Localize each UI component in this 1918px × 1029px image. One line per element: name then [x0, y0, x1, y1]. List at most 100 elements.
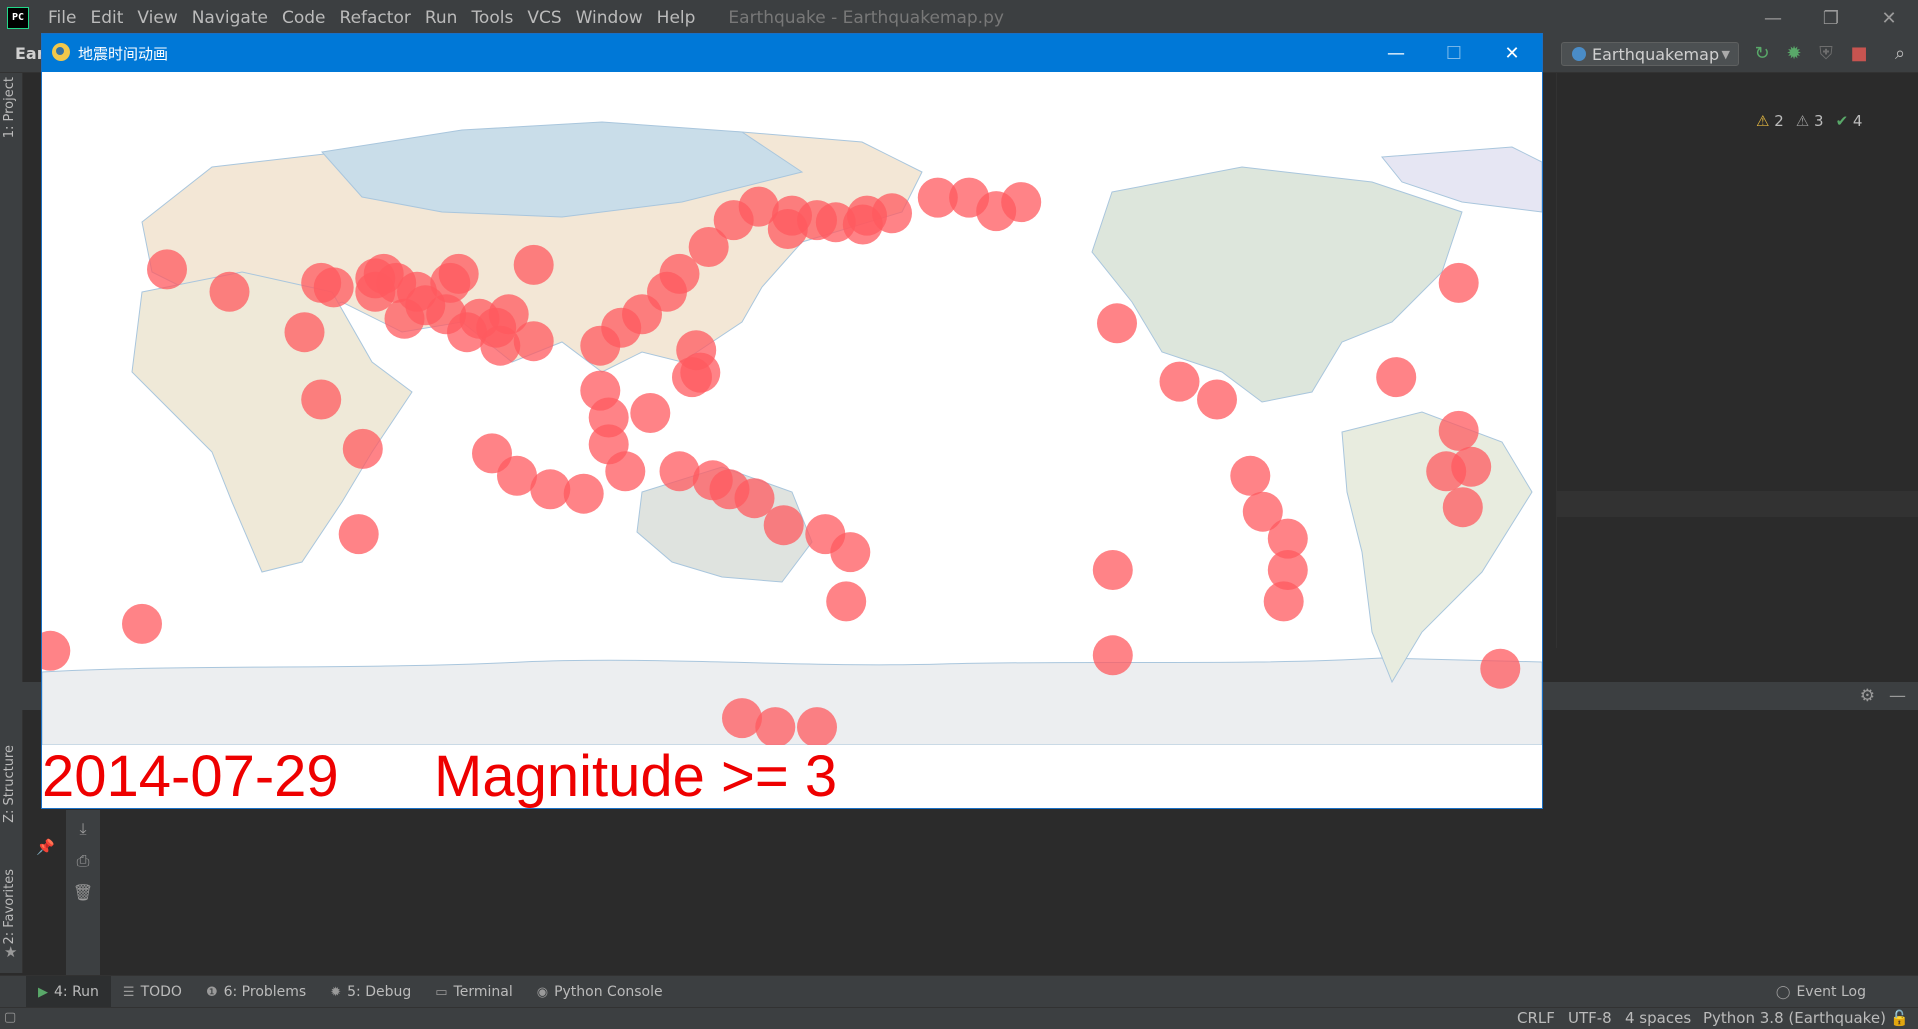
chevron-down-icon: ▼ — [1721, 47, 1730, 61]
python-file-icon — [1572, 47, 1586, 61]
tab-project[interactable]: 1: Project — [2, 77, 17, 138]
toggle-tool-windows-icon[interactable]: ▢ — [4, 1010, 16, 1025]
menu-run[interactable]: Run — [418, 8, 465, 28]
animation-titlebar[interactable]: 地震时间动画 — ☐ ✕ — [42, 34, 1542, 72]
debug-bug-icon[interactable]: ✹ — [1784, 44, 1804, 64]
maximize-icon: ☐ — [1445, 42, 1463, 64]
earthquake-marker — [1159, 361, 1200, 402]
file-encoding[interactable]: UTF-8 — [1568, 1009, 1612, 1027]
minimize-icon[interactable]: — — [1744, 0, 1802, 36]
menu-edit[interactable]: Edit — [83, 8, 130, 28]
earthquake-marker — [1480, 648, 1521, 689]
earthquake-marker — [1426, 451, 1467, 492]
earthquake-marker — [830, 532, 871, 573]
indent-setting[interactable]: 4 spaces — [1625, 1009, 1691, 1027]
tool-window-label: 4: Run — [54, 984, 99, 1000]
earthquake-marker — [1438, 410, 1479, 451]
rerun-icon[interactable]: ↻ — [1752, 44, 1772, 64]
earthquake-marker — [1097, 303, 1137, 344]
earthquake-marker — [1263, 581, 1304, 622]
pin-icon[interactable]: 📌 — [36, 838, 55, 856]
menu-window[interactable]: Window — [569, 8, 650, 28]
earthquake-marker — [563, 473, 604, 514]
earthquake-marker — [734, 478, 775, 519]
tool-window-label: TODO — [140, 984, 182, 1000]
earthquake-marker — [630, 393, 671, 433]
run-window-toolbar: ⤓ ⎙ 🗑 — [66, 810, 100, 975]
earthquake-marker — [147, 249, 187, 290]
python-interpreter[interactable]: Python 3.8 (Earthquake) — [1703, 1009, 1886, 1027]
earthquake-marker — [680, 352, 721, 393]
tool-window-terminal[interactable]: ▭ Terminal — [423, 976, 524, 1008]
hide-icon[interactable]: — — [1889, 686, 1906, 706]
animation-caption: 2014-07-29 Magnitude >= 3 — [42, 744, 1542, 809]
tool-window-python-console[interactable]: ◉ Python Console — [525, 976, 675, 1008]
editor-area[interactable] — [1556, 73, 1918, 648]
world-map-canvas — [42, 121, 1542, 745]
minimize-icon[interactable]: — — [1367, 34, 1425, 72]
python-logo-icon — [52, 43, 70, 61]
menu-view[interactable]: View — [130, 8, 184, 28]
tool-window-label: Python Console — [554, 984, 663, 1000]
weak-warning-icon: ⚠ — [1795, 112, 1810, 130]
python-console-icon: ◉ — [536, 984, 549, 1000]
earthquake-marker — [342, 428, 383, 469]
close-icon[interactable]: ✕ — [1860, 0, 1918, 36]
earthquake-marker — [513, 321, 554, 362]
menu-tools[interactable]: Tools — [464, 8, 520, 28]
run-configuration-select[interactable]: Earthquakemap ▼ — [1561, 42, 1739, 66]
terminal-icon: ▭ — [435, 984, 448, 1000]
tool-window-problems[interactable]: ❶ 6: Problems — [194, 976, 318, 1008]
event-log-button[interactable]: ◯ Event Log — [1764, 976, 1878, 1008]
menu-code[interactable]: Code — [275, 8, 333, 28]
earthquake-marker — [301, 379, 342, 420]
menu-vcs[interactable]: VCS — [520, 8, 568, 28]
trash-icon[interactable]: 🗑 — [70, 880, 96, 906]
earthquake-marker — [763, 505, 804, 546]
scroll-to-end-icon[interactable]: ⤓ — [70, 816, 96, 842]
tool-window-buttons: ▶ 4: Run ☰ TODO ❶ 6: Problems ✹ 5: Debug ▭ Termin… — [26, 976, 675, 1008]
tool-window-debug[interactable]: ✹ 5: Debug — [318, 976, 423, 1008]
current-date-label: 2014-07-29 — [42, 744, 339, 809]
stop-icon[interactable]: ■ — [1849, 44, 1869, 64]
menu-file[interactable]: File — [41, 8, 83, 28]
tool-window-bar: ▶ 4: Run ☰ TODO ❶ 6: Problems ✹ 5: Debug ▭ Termin… — [0, 975, 1918, 1008]
earthquake-marker — [1438, 262, 1479, 303]
earthquake-marker — [826, 581, 867, 622]
earthquake-marker — [1092, 635, 1133, 676]
line-separator[interactable]: CRLF — [1517, 1009, 1555, 1027]
earthquake-marker — [580, 325, 621, 366]
tab-favorites[interactable]: 2: Favorites — [2, 869, 17, 945]
lock-icon: 🔓 — [1890, 1009, 1909, 1027]
tool-window-label: 6: Problems — [223, 984, 307, 1000]
warning-count: ⚠ 2 — [1756, 112, 1784, 130]
print-icon[interactable]: ⎙ — [70, 848, 96, 874]
earthquake-marker — [313, 267, 354, 308]
earthquake-marker — [355, 271, 396, 312]
menu-navigate[interactable]: Navigate — [185, 8, 275, 28]
current-line-highlight — [1556, 491, 1918, 517]
tool-window-label: Terminal — [453, 984, 513, 1000]
menu-help[interactable]: Help — [650, 8, 703, 28]
gear-icon[interactable]: ⚙ — [1860, 686, 1875, 706]
ide-menu-bar: PC File Edit View Navigate Code Refactor… — [0, 0, 1918, 36]
tool-window-run[interactable]: ▶ 4: Run — [26, 976, 111, 1008]
tab-structure[interactable]: Z: Structure — [2, 745, 17, 823]
ide-window-controls: — ❐ ✕ — [1744, 0, 1918, 36]
inspection-widget[interactable]: ⚠ 2 ⚠ 3 ✔ 4 — [1756, 112, 1862, 130]
star-icon: ★ — [4, 943, 18, 961]
tool-window-todo[interactable]: ☰ TODO — [111, 976, 194, 1008]
restore-icon[interactable]: ❐ — [1802, 0, 1860, 36]
ide-window-title: Earthquake - Earthquakemap.py — [728, 8, 1004, 28]
close-icon[interactable]: ✕ — [1483, 34, 1541, 72]
left-tool-strip: 1: Project Z: Structure 2: Favorites ★ — [0, 73, 23, 973]
warning-icon: ⚠ — [1756, 112, 1770, 130]
search-icon[interactable]: ⌕ — [1890, 44, 1910, 64]
magnitude-filter-label: Magnitude >= 3 — [434, 744, 838, 809]
earthquake-marker — [847, 195, 887, 236]
menu-refactor[interactable]: Refactor — [333, 8, 418, 28]
coverage-icon[interactable]: ⛨ — [1816, 44, 1836, 64]
earthquake-marker — [1092, 550, 1133, 590]
earthquake-marker — [738, 186, 779, 227]
typo-count: ✔ 4 — [1835, 112, 1863, 130]
